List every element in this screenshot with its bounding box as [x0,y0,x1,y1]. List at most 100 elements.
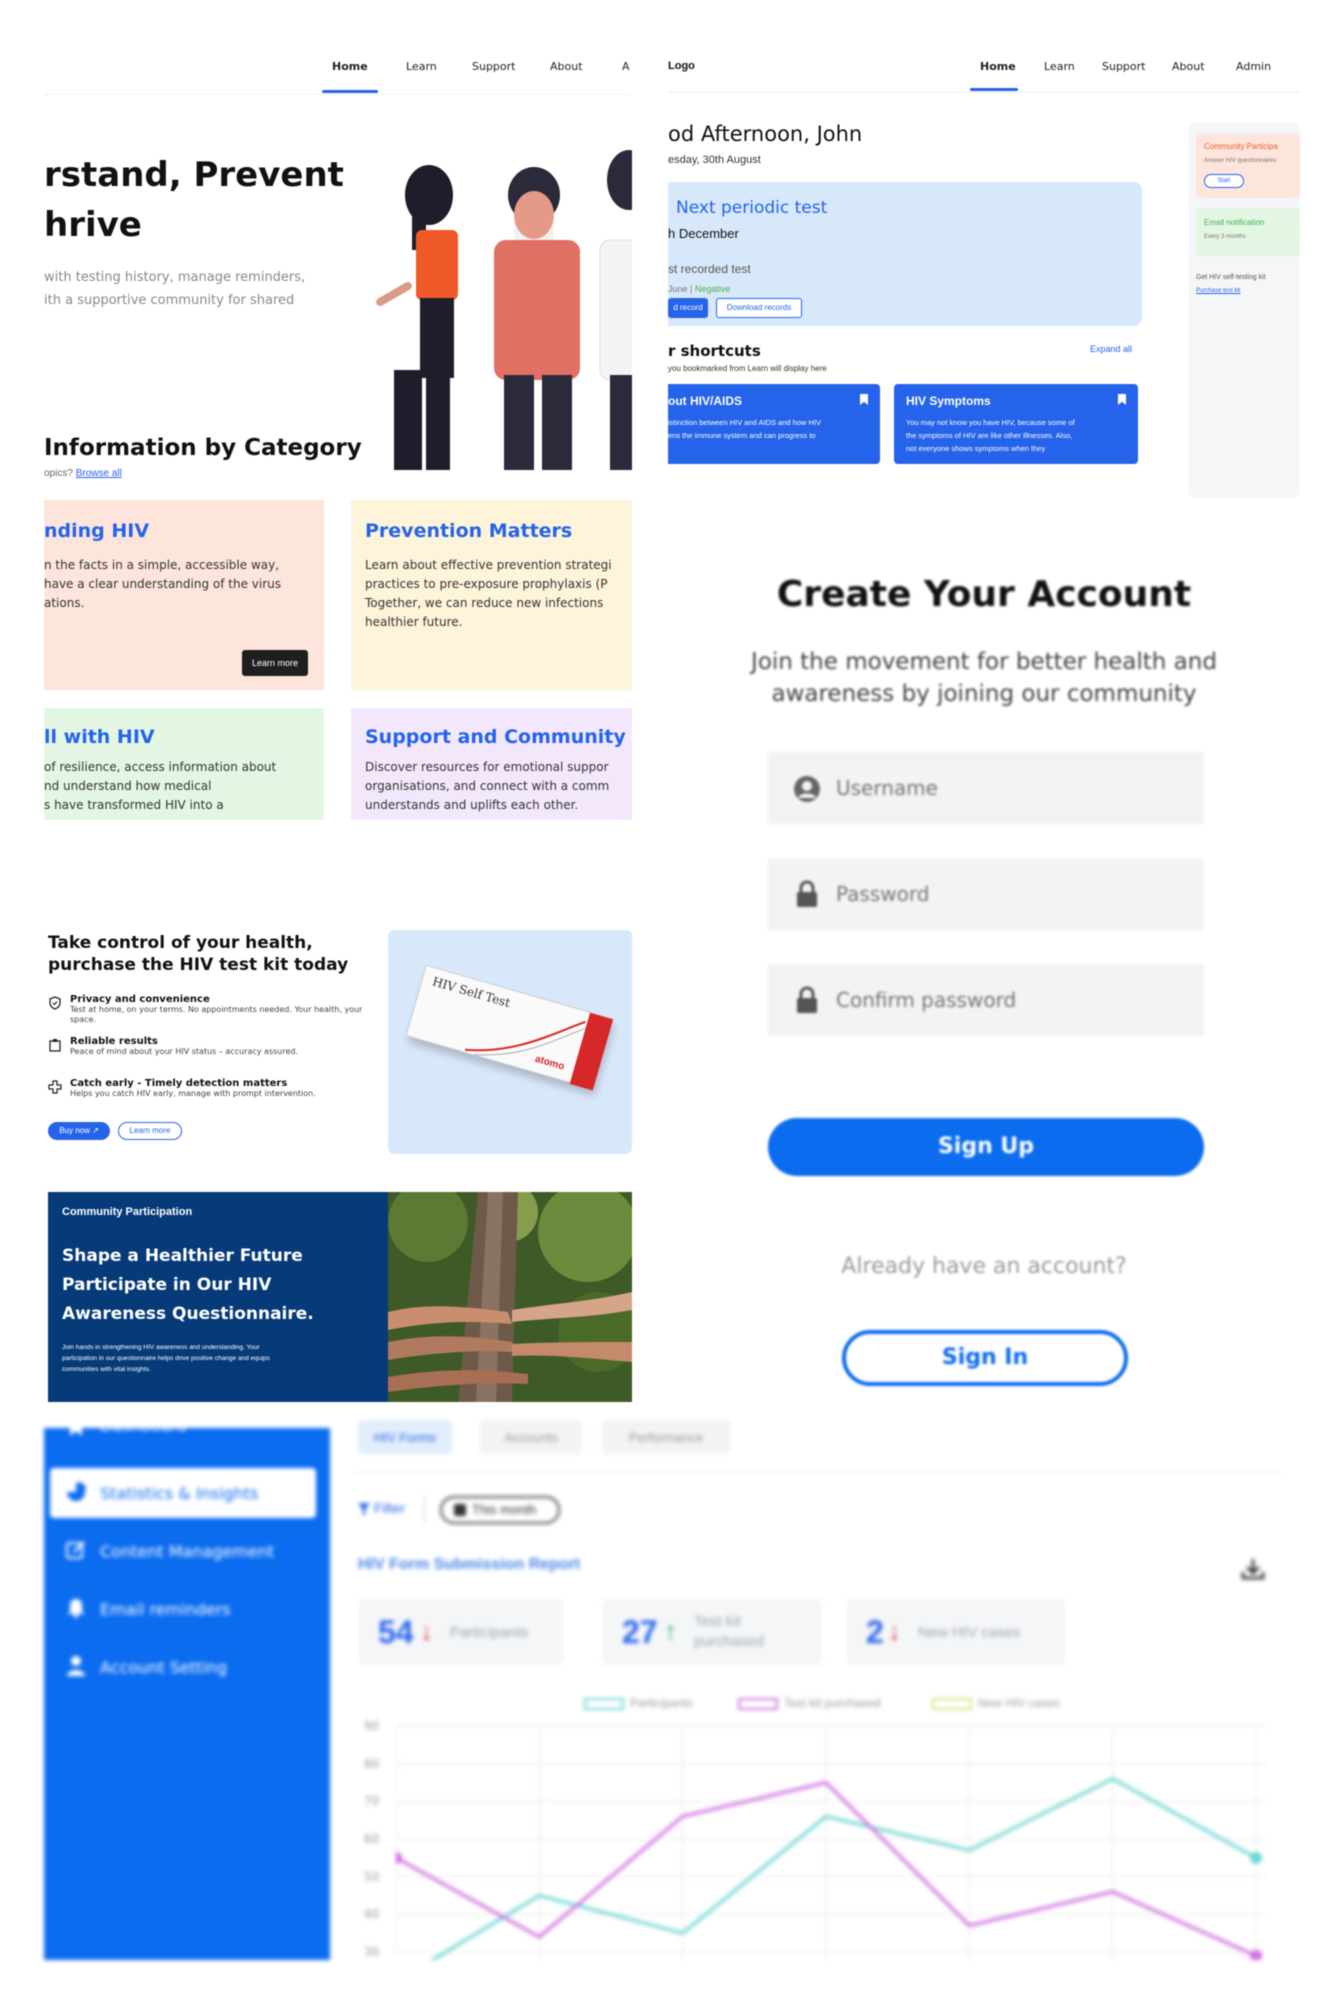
feature-desc: Helps you catch HIV early, manage with p… [70,1089,316,1098]
last-test-result: Negative [694,284,731,294]
nav-learn[interactable]: Learn [406,60,437,73]
start-button[interactable]: Start [1204,174,1244,188]
confirm-password-input[interactable] [836,982,1176,1018]
testkit-panel: Take control of your health, purchase th… [44,930,632,1166]
card-body-line: of resilience, access information about [44,760,277,774]
category-card-living-well[interactable]: ll with HIV of resilience, access inform… [44,708,324,820]
card-body-line: s have transformed HIV into a [44,798,224,812]
category-card-prevention[interactable]: Prevention Matters Learn about effective… [351,500,632,690]
hero-sub-line1: with testing history, manage reminders, [44,270,306,285]
card-body-line: Together, we can reduce new infections [365,596,604,610]
bookmark-icon[interactable] [1118,394,1126,405]
category-sub-text: opics? [44,468,76,479]
periodic-test-card: Next periodic test h December st recorde… [668,182,1142,326]
subtitle-line2: awareness by joining our community [771,681,1197,707]
banner-headline: Shape a Healthier Future Participate in … [62,1242,314,1329]
nav-divider [668,92,1300,93]
nav-active-underline [970,88,1018,91]
people-illustration [376,150,632,470]
signup-subtitle: Join the movement for better health and … [668,646,1300,710]
username-input[interactable] [836,770,1176,806]
shortcut-body-line: not everyone shows symptoms when they [906,444,1046,453]
banner-body-line: participation in our questionnaire helps… [62,1355,270,1362]
feature-title: Catch early - Timely detection matters [70,1078,288,1089]
nav-learn[interactable]: Learn [1044,60,1075,73]
external-link-icon: ↗ [92,1126,99,1135]
card-body-line: ations. [44,596,85,610]
category-sub: opics? Browse all [44,468,122,479]
add-record-button[interactable]: d record [668,298,708,318]
dashboard-side-panel: Community Participa Answer HIV questionn… [1188,122,1300,498]
shortcuts-title: r shortcuts [668,342,761,360]
learn-more-button[interactable]: Learn more [118,1122,182,1140]
card-body-line: practices to pre-exposure prophylaxis (P [365,577,608,591]
learn-more-button[interactable]: Learn more [242,650,308,676]
subtitle-line1: Join the movement for better health and [751,649,1217,675]
testkit-box: HIV Self Test atomo [405,964,614,1091]
greeting: od Afternoon, John [668,122,863,146]
buy-now-button[interactable]: Buy now ↗ [48,1122,110,1140]
feature-desc: Test at home, on your terms. No appointm… [70,1005,363,1024]
signin-button[interactable]: Sign In [842,1330,1128,1386]
email-notification-card: Email notification Every 3 months [1196,208,1300,256]
bookmark-icon[interactable] [860,394,868,405]
signup-panel: Create Your Account Join the movement fo… [668,530,1300,1410]
clipboard-icon [49,1039,61,1052]
nav-support[interactable]: Support [472,60,515,73]
buy-now-label: Buy now [59,1126,90,1135]
last-test-label: st recorded test [668,262,751,276]
stats-panel [44,1428,1300,1960]
already-account-text: Already have an account? [841,1254,1127,1279]
shortcut-body-line: istinction between HIV and AIDS and how … [668,418,822,427]
expand-all-link[interactable]: Expand all [1090,344,1132,354]
admin-sidebar [44,1428,330,1960]
card-body-line: nd understand how medical [44,779,212,793]
shortcut-title: out HIV/AIDS [668,394,742,408]
browse-all-link[interactable]: Browse all [76,468,122,479]
feature-title: Reliable results [70,1036,158,1047]
card-body: Learn about effective prevention strateg… [365,556,612,632]
hands-tree-photo [388,1192,632,1402]
nav-about[interactable]: About [1172,60,1205,73]
password-input[interactable] [836,876,1176,912]
card-title: Support and Community [365,726,626,748]
shortcut-card-about[interactable]: out HIV/AIDS istinction between HIV and … [668,384,880,464]
signup-button[interactable]: Sign Up [768,1118,1204,1176]
banner-body-line: Join hands in strengthening HIV awarenes… [62,1344,260,1351]
password-field[interactable] [768,858,1204,930]
lock-icon [797,986,817,1013]
nav-admin[interactable]: Admin [1236,60,1271,73]
feature-title: Privacy and convenience [70,994,210,1005]
email-card-sub: Every 3 months [1204,234,1246,240]
shortcut-card-symptoms[interactable]: HIV Symptoms You may not know you have H… [894,384,1138,464]
user-icon [794,776,820,802]
banner-label: Community Participation [62,1206,193,1218]
category-card-support[interactable]: Support and Community Discover resources… [351,708,632,820]
lock-icon [797,880,817,907]
nav-home[interactable]: Home [332,60,368,73]
purchase-kit-link[interactable]: Purchase test kit [1196,288,1240,294]
username-field[interactable] [768,752,1204,824]
last-test-info: June | Negative [668,284,731,294]
confirm-password-field[interactable] [768,964,1204,1036]
testkit-title: Take control of your health, purchase th… [48,932,348,976]
category-card-understanding[interactable]: nding HIV n the facts in a simple, acces… [44,500,324,690]
nav-home[interactable]: Home [980,60,1016,73]
shortcut-body-line: You may not know you have HIV, because s… [906,418,1075,427]
nav-about[interactable]: About [550,60,583,73]
dashboard-panel: Logo Home Learn Support About Admin od A… [668,40,1300,502]
card-body-line: organisations, and connect with a comm [365,779,610,793]
card-body-line: n the facts in a simple, accessible way, [44,558,280,572]
category-heading: Information by Category [44,435,362,461]
banner-line1: Shape a Healthier Future [62,1246,303,1266]
nav-more[interactable]: A [622,60,630,73]
download-records-button[interactable]: Download records [716,298,802,318]
nav-divider [44,94,632,95]
nav-support[interactable]: Support [1102,60,1145,73]
shortcuts-sub: you bookmarked from Learn will display h… [668,364,827,373]
hero-title-line2: hrive [44,205,142,245]
community-card-sub: Answer HIV questionnaires [1204,158,1277,164]
kit-text: Get HIV self-testing kit [1196,274,1266,281]
date: esday, 30th August [668,154,761,166]
testkit-image: HIV Self Test atomo [388,930,632,1154]
